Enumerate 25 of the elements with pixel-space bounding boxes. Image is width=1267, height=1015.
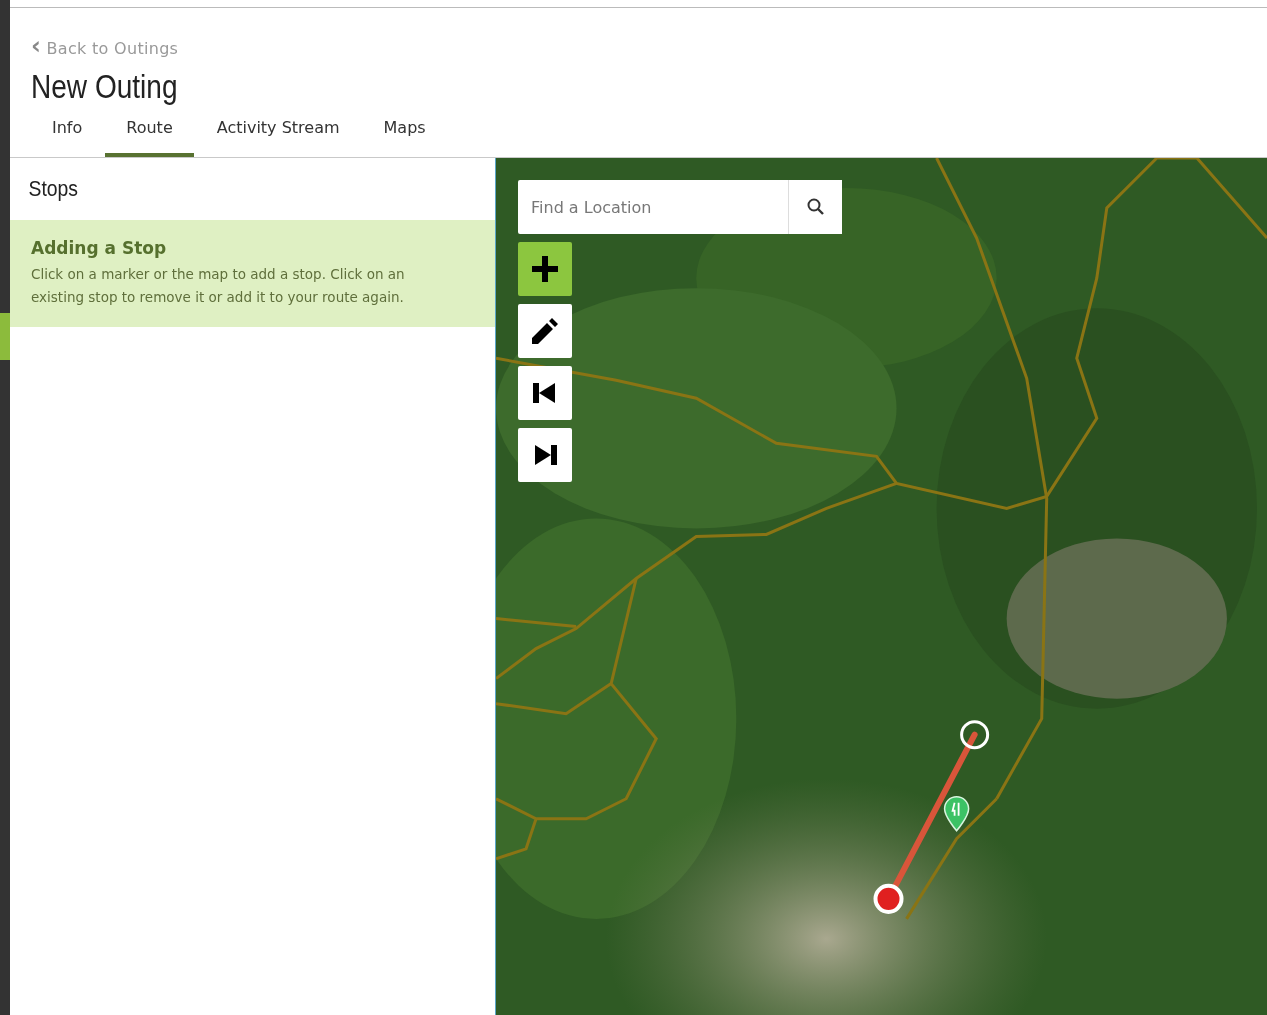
- skip-back-icon: [533, 383, 557, 403]
- start-marker[interactable]: [873, 883, 904, 914]
- plus-icon: [532, 256, 558, 282]
- notice-title: Adding a Stop: [31, 238, 168, 258]
- pencil-icon: [532, 318, 558, 344]
- side-accent-bar: [0, 313, 10, 360]
- last-tool-button[interactable]: [518, 428, 572, 482]
- search-icon: [805, 197, 826, 217]
- stop-marker[interactable]: [960, 720, 990, 750]
- tab[interactable]: Maps: [362, 118, 447, 157]
- edit-tool-button[interactable]: [518, 304, 572, 358]
- stops-heading: Stops: [27, 175, 79, 203]
- hiker-pin-icon[interactable]: [943, 796, 970, 832]
- search-button[interactable]: [788, 180, 842, 234]
- tab[interactable]: Activity Stream: [195, 118, 361, 157]
- satellite-map[interactable]: [496, 158, 1267, 1015]
- notice-text: Click on a marker or the map to add a stop. Click on an existing stop to remove it or add it to your route again.: [31, 265, 406, 307]
- first-tool-button[interactable]: [518, 366, 572, 420]
- back-link[interactable]: ‹ Back to Outings: [31, 38, 179, 58]
- add-tool-button[interactable]: [518, 242, 572, 296]
- page-title: New Outing: [31, 68, 178, 106]
- tab[interactable]: Info: [31, 118, 104, 157]
- tab[interactable]: Route: [105, 118, 194, 157]
- location-search-field[interactable]: Find a Location: [518, 180, 788, 234]
- skip-forward-icon: [533, 445, 557, 465]
